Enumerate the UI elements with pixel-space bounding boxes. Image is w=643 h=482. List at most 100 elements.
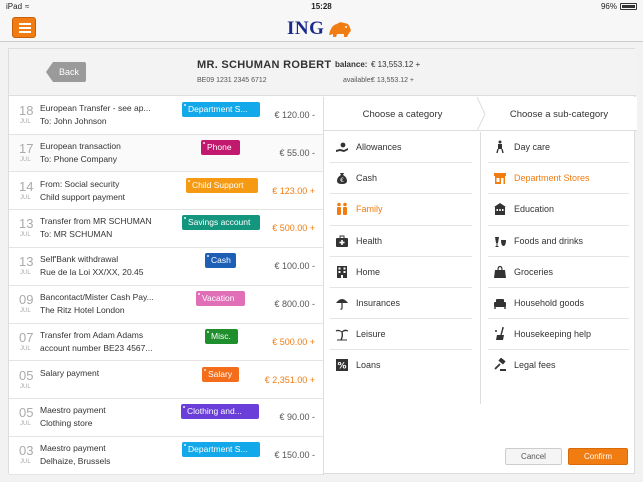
category-tag[interactable]: Child Support [186, 177, 258, 193]
transaction-title: European transaction [40, 140, 121, 151]
transaction-row[interactable]: 07 JUL Transfer from Adam Adams account num… [9, 323, 323, 362]
category-tag[interactable]: Vacation [196, 291, 245, 306]
school-building-icon [493, 202, 507, 216]
food-drink-icon [493, 234, 507, 248]
transaction-amount: € 100.00 - [274, 261, 315, 272]
subcategory-item[interactable]: Day care [488, 132, 629, 164]
percent-icon: % [335, 358, 349, 372]
transaction-list: 18 JUL European Transfer - see ap... To: Jo… [9, 97, 323, 475]
ing-logo: ING [287, 18, 353, 40]
brand-name: ING [287, 18, 325, 39]
transaction-row[interactable]: 13 JUL Transfer from MR SCHUMAN To: MR SCHU… [9, 210, 323, 248]
transaction-row[interactable]: 18 JUL European Transfer - see ap... To: Jo… [9, 97, 323, 135]
transaction-row[interactable]: 14 JUL From: Social security Child support … [9, 172, 323, 211]
umbrella-icon [335, 296, 349, 310]
transaction-row[interactable]: 09 JUL Bancontact/Mister Cash Pay... The Ri… [9, 286, 323, 324]
transaction-detail: To: Phone Company [40, 153, 118, 164]
account-owner: MR. SCHUMAN ROBERT [197, 59, 332, 71]
transaction-title: Transfer from Adam Adams [40, 329, 144, 340]
category-item[interactable]: % Loans [330, 350, 472, 381]
subcategory-item[interactable]: Legal fees [488, 350, 629, 381]
category-tag[interactable]: Phone [201, 139, 240, 155]
subcategory-item[interactable]: Department Stores [488, 163, 629, 195]
transaction-month: JUL [20, 194, 31, 201]
transaction-day: 14 [19, 178, 34, 194]
transaction-title: Maestro payment [40, 405, 106, 416]
hamburger-icon [19, 31, 31, 33]
transaction-amount: € 90.00 - [279, 412, 315, 423]
transaction-row[interactable]: 13 JUL Self'Bank withdrawal Rue de la Loi X… [9, 248, 323, 286]
medical-kit-icon [335, 234, 349, 248]
transaction-month: JUL [20, 383, 31, 390]
category-item[interactable]: Leisure [330, 319, 472, 351]
transaction-row[interactable]: 05 JUL Maestro payment Clothing store Clothi… [9, 399, 323, 437]
transaction-day: 05 [19, 367, 34, 383]
transaction-amount: € 2,351.00 + [264, 374, 315, 385]
category-item[interactable]: € Cash [330, 163, 472, 195]
hamburger-icon [19, 27, 31, 29]
stroller-icon [493, 140, 507, 154]
category-item[interactable]: Insurances [330, 288, 472, 320]
account-number: BE09 1231 2345 6712 [197, 77, 267, 84]
transaction-row[interactable]: 03 JUL Maestro payment Delhaize, Brussels De… [9, 437, 323, 475]
category-tag[interactable]: Salary [202, 366, 239, 382]
category-tag[interactable]: Misc. [205, 328, 238, 344]
choose-category-heading: Choose a category [362, 109, 443, 120]
confirm-button[interactable]: Confirm [568, 448, 628, 465]
transaction-amount: € 800.00 - [274, 299, 315, 309]
transaction-day: 18 [19, 103, 34, 118]
transaction-amount: € 150.00 - [274, 450, 315, 461]
category-item[interactable]: Family [330, 194, 472, 226]
cancel-button[interactable]: Cancel [505, 448, 562, 465]
category-item[interactable]: Home [330, 257, 472, 288]
category-label: Home [356, 266, 381, 277]
transaction-day: 13 [19, 254, 34, 270]
transaction-amount: € 120.00 - [274, 110, 315, 120]
transaction-amount: € 55.00 - [279, 147, 315, 158]
transaction-detail: Delhaize, Brussels [40, 456, 111, 467]
category-tag[interactable]: Department S... [182, 442, 260, 458]
transaction-row[interactable]: 05 JUL Salary payment Salary € 2,351.00 + [9, 361, 323, 400]
transaction-day: 17 [19, 140, 34, 156]
transaction-title: Self'Bank withdrawal [40, 254, 119, 265]
shopping-bag-icon [493, 265, 507, 279]
available-value: € 13,553.12 + [371, 77, 415, 84]
svg-text:€: € [340, 177, 344, 184]
category-list: Allowances € Cash Family Health Home Insurance… [324, 132, 481, 404]
category-label: Cash [356, 173, 378, 184]
family-icon [335, 202, 349, 216]
transaction-month: JUL [20, 156, 31, 163]
subcategory-label: Day care [514, 142, 551, 152]
subcategory-item[interactable]: Education [488, 194, 629, 226]
transaction-day: 09 [19, 292, 34, 307]
transaction-detail: The Ritz Hotel London [40, 305, 125, 315]
gavel-icon [493, 357, 507, 372]
category-tag[interactable]: Savings account [182, 215, 260, 231]
back-button[interactable]: Back [46, 62, 86, 82]
transaction-day: 05 [19, 405, 34, 421]
category-item[interactable]: Allowances [330, 132, 472, 164]
subcategory-label: Department Stores [514, 173, 590, 184]
transaction-detail: Clothing store [40, 418, 93, 429]
transaction-title: Salary payment [40, 367, 100, 378]
subcategory-item[interactable]: Household goods [488, 288, 629, 320]
subcategory-item[interactable]: Housekeeping help [488, 319, 629, 351]
menu-button[interactable] [12, 17, 36, 38]
category-tag[interactable]: Clothing and... [181, 404, 259, 420]
category-tag[interactable]: Department S... [182, 102, 260, 117]
category-item[interactable]: Health [330, 226, 472, 257]
subcategory-item[interactable]: Foods and drinks [488, 226, 629, 257]
account-header: Back MR. SCHUMAN ROBERT BE09 1231 2345 6… [9, 49, 636, 96]
category-label: Health [356, 235, 383, 246]
transaction-month: JUL [20, 459, 31, 466]
choose-subcategory-heading: Choose a sub-category [509, 109, 609, 120]
transaction-month: JUL [20, 119, 31, 125]
transaction-detail: account number BE23 4567... [40, 342, 153, 353]
category-panel: Choose a category Choose a sub-category … [323, 97, 637, 475]
transaction-month: JUL [20, 232, 31, 239]
transaction-title: European Transfer - see ap... [40, 103, 151, 113]
subcategory-item[interactable]: Groceries [488, 257, 629, 288]
category-tag[interactable]: Cash [205, 253, 236, 269]
subcategory-label: Groceries [514, 266, 554, 277]
transaction-row[interactable]: 17 JUL European transaction To: Phone Compa… [9, 134, 323, 173]
